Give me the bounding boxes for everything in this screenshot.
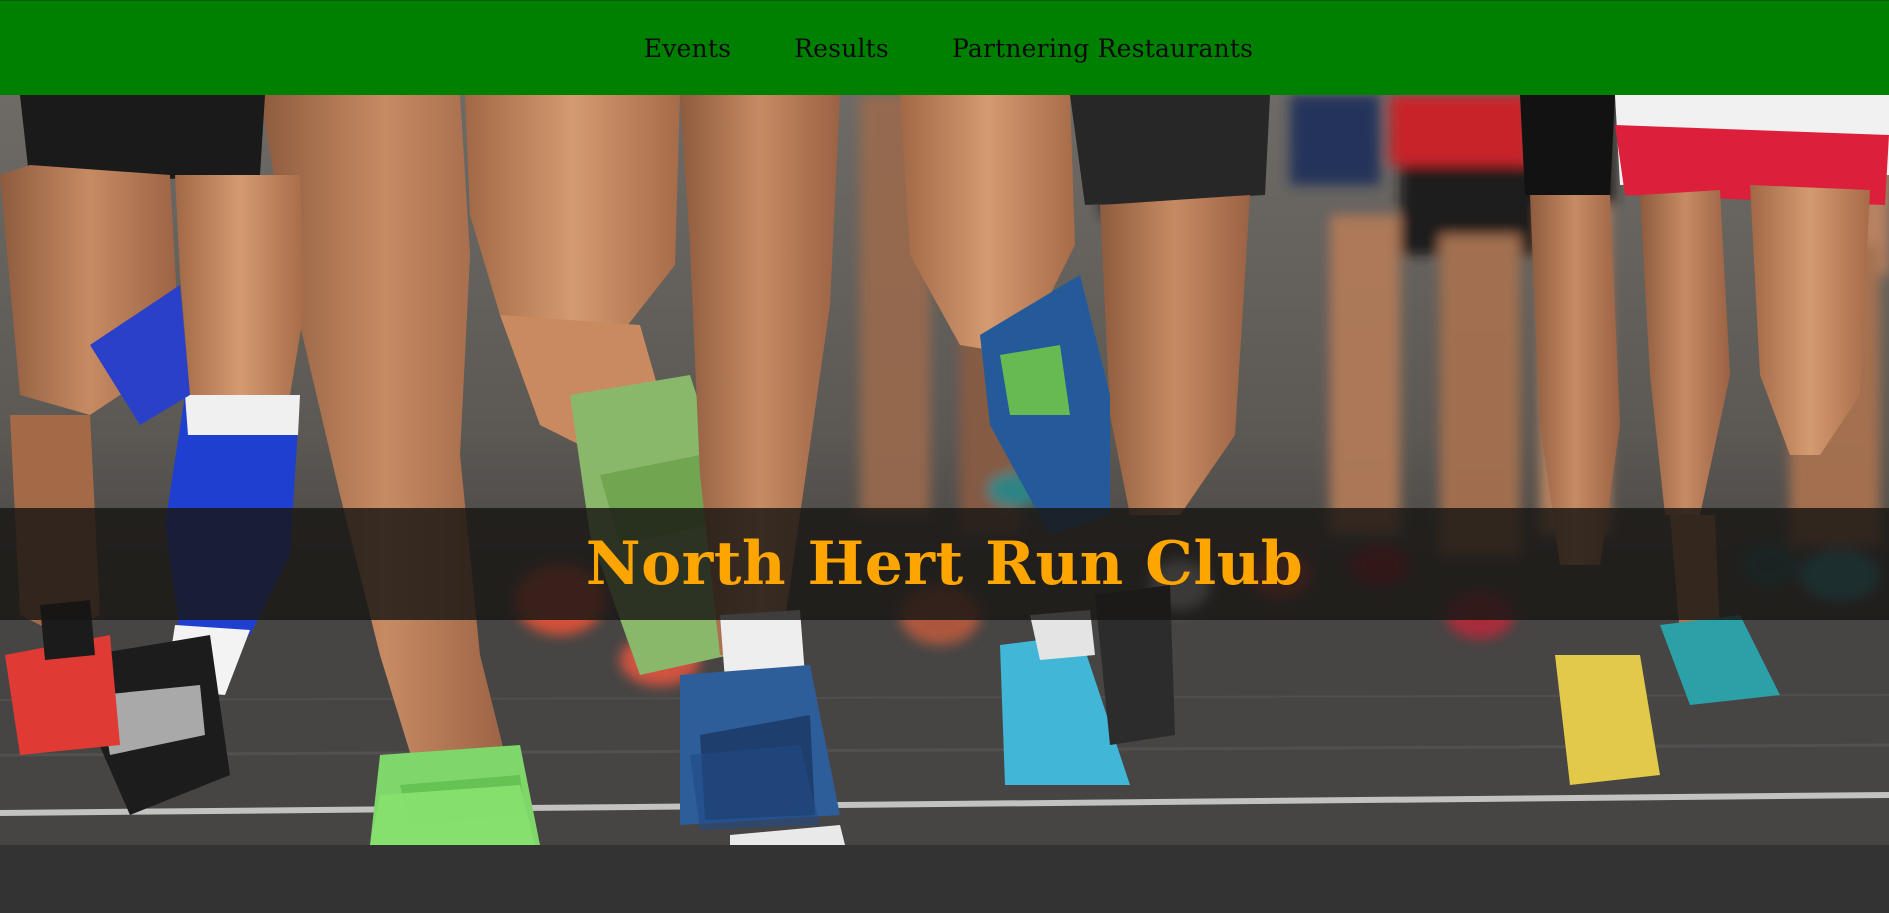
nav-link-events[interactable]: Events — [644, 34, 731, 63]
nav-link-partnering-restaurants[interactable]: Partnering Restaurants — [952, 34, 1253, 63]
club-title: North Hert Run Club — [585, 529, 1304, 599]
hero-title-band: North Hert Run Club — [0, 508, 1889, 620]
page-bottom-band — [0, 845, 1889, 913]
top-navigation-bar: Events Results Partnering Restaurants — [0, 0, 1889, 95]
runners-hero-image — [0, 95, 1889, 845]
hero-banner: North Hert Run Club — [0, 95, 1889, 845]
nav-link-results[interactable]: Results — [794, 34, 889, 63]
